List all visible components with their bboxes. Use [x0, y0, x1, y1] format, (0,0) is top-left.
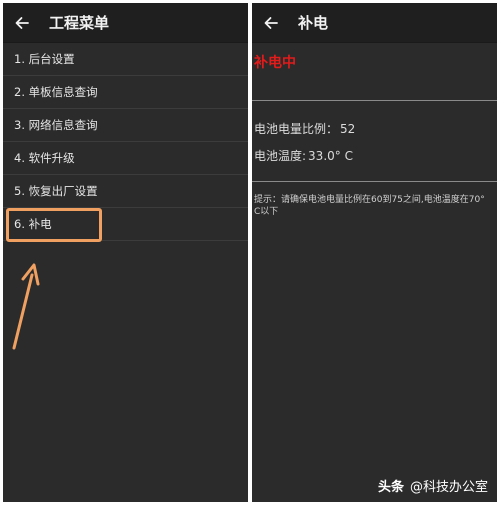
watermark-brand: 头条 — [377, 480, 404, 495]
battery-ratio-row: 电池电量比例： 52 — [254, 115, 497, 142]
recharge-screen: 补电 补电中 电池电量比例： 52 电池温度: 33.0° C 提示：请确保电池… — [252, 3, 497, 502]
highlight-box — [6, 208, 102, 242]
watermark-handle: @科技办公室 — [409, 480, 488, 495]
page-title: 工程菜单 — [49, 14, 110, 32]
back-arrow-icon — [264, 16, 278, 29]
menu-item-network-info[interactable]: 3. 网络信息查询 — [3, 109, 248, 142]
menu-item-label: 3. 网络信息查询 — [14, 118, 98, 132]
menu-item-label: 2. 单板信息查询 — [14, 85, 98, 99]
menu-item-board-info[interactable]: 2. 单板信息查询 — [3, 76, 248, 109]
menu-item-label: 1. 后台设置 — [14, 52, 75, 66]
page-title: 补电 — [298, 14, 329, 32]
battery-temp-row: 电池温度: 33.0° C — [254, 142, 497, 169]
menu-item-software-upgrade[interactable]: 4. 软件升级 — [3, 142, 248, 175]
battery-ratio-label: 电池电量比例： — [254, 122, 339, 136]
menu-item-label: 4. 软件升级 — [14, 151, 75, 165]
menu-item-factory-reset[interactable]: 5. 恢复出厂设置 — [3, 175, 248, 208]
battery-temp-value: 33.0° C — [308, 148, 353, 163]
menu-item-background-settings[interactable]: 1. 后台设置 — [3, 43, 248, 76]
battery-temp-label: 电池温度: — [254, 149, 307, 163]
battery-ratio-value: 52 — [340, 121, 356, 136]
back-button[interactable] — [256, 8, 286, 38]
app-bar: 补电 — [252, 3, 497, 43]
watermark: 头条 @科技办公室 — [378, 476, 488, 495]
app-bar: 工程菜单 — [3, 3, 248, 43]
back-button[interactable] — [7, 8, 37, 38]
back-arrow-icon — [15, 16, 29, 29]
menu-item-label: 5. 恢复出厂设置 — [14, 184, 98, 198]
battery-info: 电池电量比例： 52 电池温度: 33.0° C — [252, 101, 497, 173]
tip-text: 提示：请确保电池电量比例在60到75之间,电池温度在70° C以下 — [254, 195, 485, 217]
engineering-menu-screen: 工程菜单 1. 后台设置 2. 单板信息查询 3. 网络信息查询 4. 软件升级… — [3, 3, 248, 502]
recharge-status: 补电中 — [254, 55, 296, 71]
